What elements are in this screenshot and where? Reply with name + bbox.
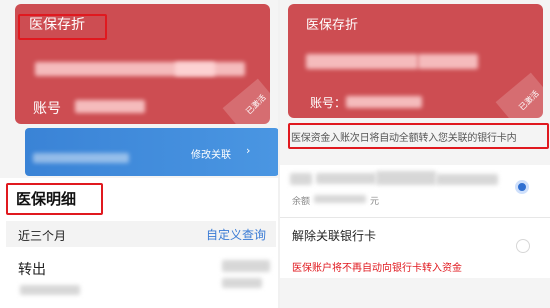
right-panel: 医保存折 账号： 已激活 医保资金入账次日将自动全额转入您关联的银行卡内 余额 …: [280, 0, 550, 308]
custom-query-link[interactable]: 自定义查询: [206, 226, 266, 243]
unlink-warning: 医保账户将不再自动向银行卡转入资金: [292, 263, 462, 274]
radio-selected-icon[interactable]: [515, 180, 529, 194]
card-title: 医保存折: [306, 18, 359, 33]
blurred-time: [222, 278, 262, 288]
balance-label: 余额: [292, 197, 311, 207]
account-label: 账号：: [310, 96, 347, 110]
balance-unit: 元: [370, 197, 380, 207]
period-label: 近三个月: [18, 229, 67, 243]
annotation-box-details: [6, 183, 103, 215]
annotation-box-passbook: [18, 14, 107, 40]
insurance-passbook-card[interactable]: 医保存折 账号： 已激活: [288, 4, 543, 118]
blurred-card-suffix: [436, 174, 498, 185]
transaction-type: 转出: [18, 262, 46, 278]
chevron-right-icon: ›: [246, 144, 251, 157]
left-panel: 医保存折 账号 已激活 修改关联 › 医保明细 近三个月 自定义查询 转出: [0, 0, 278, 308]
blurred-card-detail: [418, 54, 478, 69]
linked-bank-banner[interactable]: 修改关联 ›: [25, 128, 278, 176]
blurred-balance: [314, 195, 366, 203]
blurred-bank-name: [316, 173, 376, 184]
account-label: 账号: [33, 101, 61, 117]
blurred-banner-text: [33, 153, 129, 163]
radio-unselected-icon[interactable]: [516, 239, 530, 253]
blurred-account-name: [306, 54, 418, 69]
modify-link-button[interactable]: 修改关联: [191, 146, 231, 161]
unlink-label: 解除关联银行卡: [292, 229, 377, 243]
blurred-account-number: [346, 96, 422, 108]
blurred-bank-icon: [290, 173, 312, 185]
blurred-card-detail: [175, 62, 245, 76]
blurred-amount: [222, 260, 270, 272]
blurred-account-number: [75, 100, 145, 113]
blurred-date: [20, 285, 80, 295]
annotation-box-notice: [288, 123, 549, 149]
blurred-card-number: [376, 171, 436, 185]
